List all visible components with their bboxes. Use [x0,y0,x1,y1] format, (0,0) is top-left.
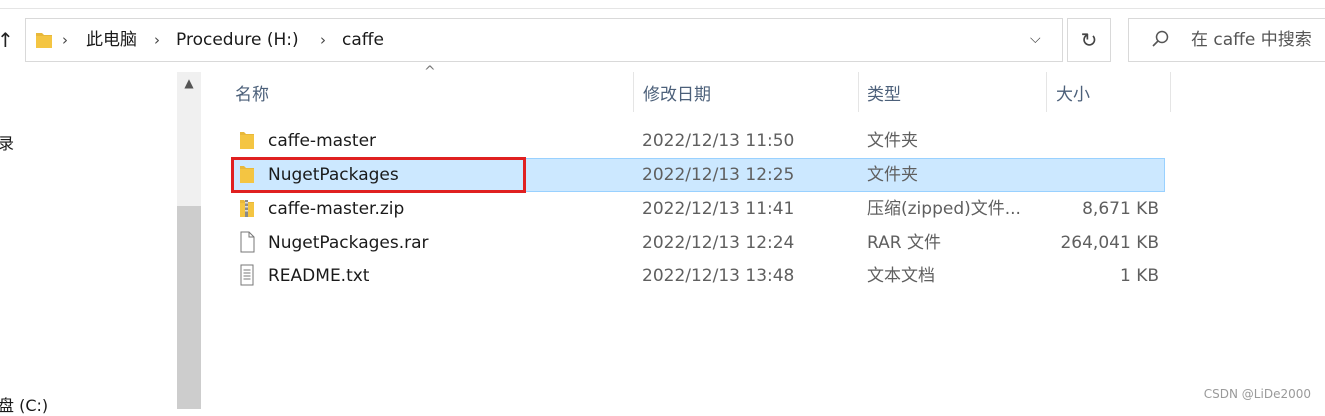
watermark: CSDN @LiDe2000 [1203,387,1311,401]
nav-pane-item[interactable]: 录 [0,130,14,154]
file-size: 264,041 KB [1060,233,1159,253]
file-size: 8,671 KB [1082,199,1159,219]
column-divider[interactable] [1170,72,1171,112]
scroll-thumb[interactable] [177,206,201,409]
nav-pane-drive-c[interactable]: 盘 (C:) [0,392,48,416]
file-size: 1 KB [1119,266,1159,286]
search-box[interactable]: 在 caffe 中搜索 [1128,18,1325,62]
sort-ascending-icon: ^ [424,64,436,80]
column-header-type[interactable]: 类型 [867,84,901,106]
file-row[interactable]: caffe-master.zip 2022/12/13 11:41 压缩(zip… [232,192,1165,226]
file-type: 文件夹 [867,165,918,185]
folder-icon [238,129,256,155]
file-type: 文件夹 [867,131,918,151]
refresh-icon: ↻ [1080,28,1098,52]
file-row[interactable]: NugetPackages.rar 2022/12/13 12:24 RAR 文… [232,226,1165,260]
chevron-right-icon[interactable]: › [62,29,68,51]
file-name[interactable]: caffe-master [268,130,376,152]
chevron-down-icon[interactable]: ⌵ [1030,31,1041,47]
breadcrumb-current-folder[interactable]: caffe [342,29,384,51]
up-arrow-icon[interactable]: ↑ [0,28,15,52]
file-date: 2022/12/13 11:41 [642,199,795,219]
scroll-up-icon[interactable]: ▲ [177,76,201,90]
column-header-size[interactable]: 大小 [1056,84,1090,106]
ribbon-strip [0,0,1325,9]
file-date: 2022/12/13 12:25 [642,165,795,185]
search-placeholder[interactable]: 在 caffe 中搜索 [1191,29,1312,51]
file-row[interactable]: caffe-master 2022/12/13 11:50 文件夹 [232,124,1165,158]
file-name[interactable]: README.txt [268,265,369,287]
refresh-button[interactable]: ↻ [1067,18,1111,62]
folder-icon [35,30,53,54]
file-date: 2022/12/13 13:48 [642,266,795,286]
chevron-right-icon[interactable]: › [154,29,160,51]
file-date: 2022/12/13 11:50 [642,131,795,151]
column-divider[interactable] [858,72,859,112]
annotation-highlight-box [231,157,526,193]
column-header-date[interactable]: 修改日期 [643,84,711,106]
file-name[interactable]: NugetPackages.rar [268,232,429,254]
column-divider[interactable] [1046,72,1047,112]
file-type: RAR 文件 [867,233,941,253]
zip-folder-icon [238,197,256,223]
address-bar[interactable]: › 此电脑 › Procedure (H:) › caffe ⌵ [25,18,1063,62]
file-type: 文本文档 [867,266,935,286]
file-date: 2022/12/13 12:24 [642,233,795,253]
text-file-icon [238,264,256,290]
breadcrumb-drive[interactable]: Procedure (H:) [176,29,299,51]
file-type: 压缩(zipped)文件... [867,199,1021,219]
column-divider[interactable] [633,72,634,112]
file-name[interactable]: caffe-master.zip [268,198,404,220]
nav-scrollbar[interactable]: ▲ [177,72,201,409]
column-header-name[interactable]: 名称 [235,84,269,106]
breadcrumb-this-pc[interactable]: 此电脑 [86,29,137,51]
file-row[interactable]: README.txt 2022/12/13 13:48 文本文档 1 KB [232,259,1165,293]
search-icon [1151,29,1171,53]
file-icon [238,231,256,257]
chevron-right-icon[interactable]: › [320,29,326,51]
